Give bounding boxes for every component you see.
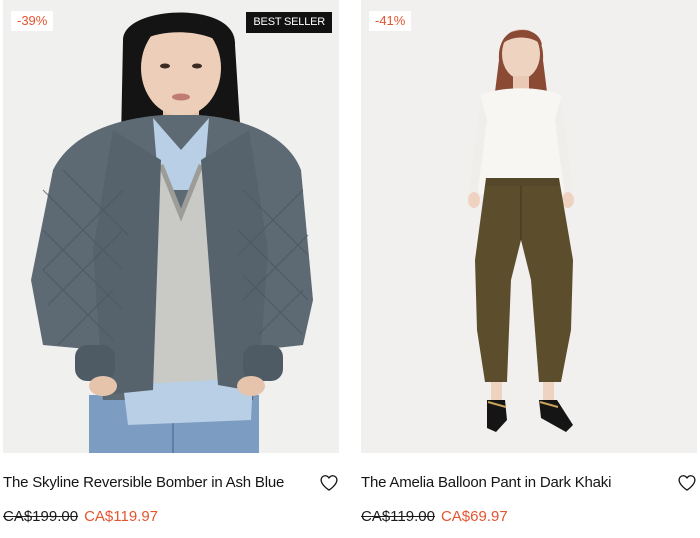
heart-outline-icon [320, 475, 338, 491]
product-card[interactable]: -39% BEST SELLER The Skyline Reversible … [3, 0, 339, 538]
original-price: CA$199.00 [3, 508, 79, 525]
best-seller-badge: BEST SELLER [246, 12, 332, 33]
product-info: The Amelia Balloon Pant in Dark Khaki [361, 472, 697, 494]
discount-badge: -41% [369, 11, 412, 31]
product-grid: -39% BEST SELLER The Skyline Reversible … [0, 0, 700, 538]
product-title-link[interactable]: The Skyline Reversible Bomber in Ash Blu… [3, 472, 284, 494]
balloon-pant-photo [361, 0, 697, 453]
product-image[interactable]: -39% BEST SELLER [3, 0, 339, 453]
price-row: CA$119.00 CA$69.97 [361, 506, 508, 528]
original-price: CA$119.00 [361, 508, 435, 525]
heart-outline-icon [678, 475, 696, 491]
sale-price: CA$69.97 [440, 508, 508, 525]
product-card[interactable]: -41% The Amelia Balloon Pant in Dark Kha… [361, 0, 697, 538]
bomber-jacket-photo [3, 0, 339, 453]
product-info: The Skyline Reversible Bomber in Ash Blu… [3, 472, 339, 494]
price-row: CA$199.00 CA$119.97 [3, 506, 158, 528]
wishlist-button[interactable] [677, 473, 697, 493]
wishlist-button[interactable] [319, 473, 339, 493]
discount-badge: -39% [11, 11, 54, 31]
product-image[interactable]: -41% [361, 0, 697, 453]
product-title-link[interactable]: The Amelia Balloon Pant in Dark Khaki [361, 472, 611, 494]
sale-price: CA$119.97 [84, 508, 159, 525]
